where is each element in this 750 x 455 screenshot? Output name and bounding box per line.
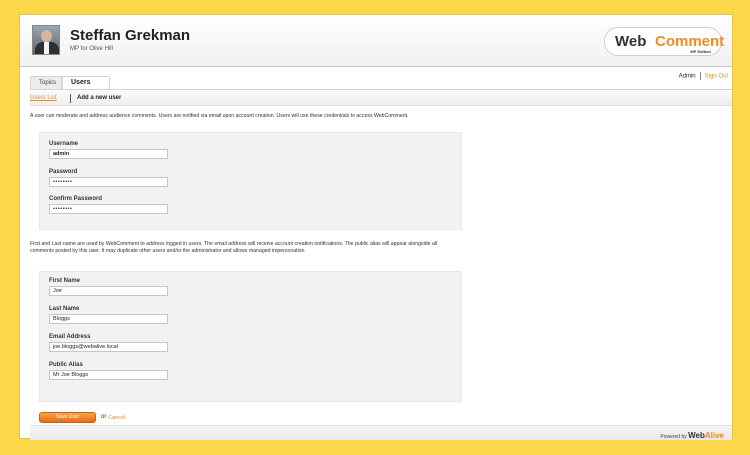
webalive-logo-text-web: Web <box>688 431 705 440</box>
app-frame: Steffan Grekman MP for Olive Hill Web Co… <box>19 14 733 440</box>
webcomment-logo: Web Comment MP Edition <box>604 27 725 56</box>
last-name-field-group: Last Name Bloggs <box>49 306 168 324</box>
tab-users[interactable]: Users <box>62 76 110 90</box>
sub-navigation: Users List Add a new user <box>30 91 732 106</box>
public-alias-label: Public Alias <box>49 362 83 368</box>
confirm-password-field-group: Confirm Password •••••••• <box>49 196 168 214</box>
password-input[interactable]: •••••••• <box>49 177 168 187</box>
webalive-logo-text-alive: Alive <box>704 431 724 440</box>
divider <box>699 72 701 80</box>
last-name-input[interactable]: Bloggs <box>49 314 168 324</box>
last-name-label: Last Name <box>49 306 80 312</box>
public-alias-field-group: Public Alias Mr Joe Bloggs <box>49 362 168 380</box>
username-input[interactable]: admin <box>49 149 168 159</box>
email-label: Email Address <box>49 334 91 340</box>
page-title: Steffan Grekman <box>70 27 191 44</box>
email-input[interactable]: joe.bloggs@webalive.local <box>49 342 168 352</box>
username-label: Username <box>49 141 79 147</box>
password-label: Password <box>49 169 78 175</box>
divider <box>30 89 732 90</box>
or-text: or <box>101 414 107 420</box>
password-field-group: Password •••••••• <box>49 169 168 187</box>
divider <box>70 94 71 103</box>
add-user-link[interactable]: Add a new user <box>77 95 121 101</box>
page-header: Steffan Grekman MP for Olive Hill Web Co… <box>20 15 732 67</box>
account-links: Admin Sign Out <box>679 72 728 80</box>
sign-out-link[interactable]: Sign Out <box>705 74 728 80</box>
admin-link[interactable]: Admin <box>679 74 696 80</box>
confirm-password-label: Confirm Password <box>49 196 103 202</box>
powered-by: Powered by WebAlive <box>660 431 724 440</box>
username-field-group: Username admin <box>49 141 168 159</box>
first-name-field-group: First Name Joe <box>49 278 168 296</box>
first-name-input[interactable]: Joe <box>49 286 168 296</box>
public-alias-input[interactable]: Mr Joe Bloggs <box>49 370 168 380</box>
credentials-description: A user can moderate and address audience… <box>30 113 409 119</box>
first-name-label: First Name <box>49 278 81 284</box>
logo-text-comment: Comment <box>655 33 725 50</box>
save-user-button[interactable]: Save User <box>39 412 96 423</box>
users-list-link[interactable]: Users List <box>30 95 57 101</box>
email-field-group: Email Address joe.bloggs@webalive.local <box>49 334 168 352</box>
logo-text-web: Web <box>615 33 647 50</box>
powered-by-text: Powered by <box>660 434 687 440</box>
profile-fieldset: First Name Joe Last Name Bloggs Email Ad… <box>39 271 462 402</box>
credentials-fieldset: Username admin Password •••••••• Confirm… <box>39 132 462 230</box>
page-subtitle: MP for Olive Hill <box>70 46 113 52</box>
logo-edition: MP Edition <box>690 49 711 54</box>
page-footer <box>30 425 732 440</box>
avatar <box>32 25 60 55</box>
tab-topics[interactable]: Topics <box>30 76 62 90</box>
cancel-link[interactable]: Cancel <box>108 415 125 421</box>
profile-description: First and Last name are used by WebComme… <box>30 241 438 254</box>
confirm-password-input[interactable]: •••••••• <box>49 204 168 214</box>
